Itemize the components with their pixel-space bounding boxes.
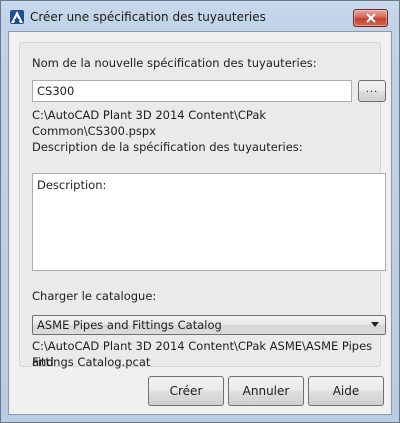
dialog-body: Nom de la nouvelle spécification des tuy… — [8, 31, 392, 415]
spec-name-input[interactable]: CS300 — [32, 80, 352, 102]
spec-file-path: C:\AutoCAD Plant 3D 2014 Content\CPak Co… — [32, 108, 267, 138]
browse-button[interactable]: ... — [358, 80, 386, 102]
spec-name-label: Nom de la nouvelle spécification des tuy… — [32, 56, 317, 70]
catalog-path-line-2: Fittings Catalog.pcat — [32, 355, 151, 369]
help-button[interactable]: Aide — [308, 376, 384, 406]
spec-group: Nom de la nouvelle spécification des tuy… — [19, 42, 386, 369]
window-title: Créer une spécification des tuyauteries — [30, 10, 266, 24]
description-textarea[interactable]: Description: — [32, 173, 386, 271]
create-button[interactable]: Créer — [148, 376, 224, 406]
dialog-window: Créer une spécification des tuyauteries … — [0, 0, 400, 423]
close-button[interactable] — [353, 9, 388, 27]
catalog-dropdown[interactable]: ASME Pipes and Fittings Catalog — [32, 315, 386, 335]
autocad-logo-icon — [10, 10, 24, 24]
cancel-button[interactable]: Annuler — [228, 376, 304, 406]
catalog-selected-value: ASME Pipes and Fittings Catalog — [37, 318, 222, 332]
title-bar[interactable]: Créer une spécification des tuyauteries — [1, 1, 399, 33]
description-label: Description de la spécification des tuya… — [32, 140, 303, 154]
close-icon — [366, 13, 376, 23]
catalog-label: Charger le catalogue: — [32, 289, 157, 303]
chevron-down-icon — [371, 322, 379, 327]
